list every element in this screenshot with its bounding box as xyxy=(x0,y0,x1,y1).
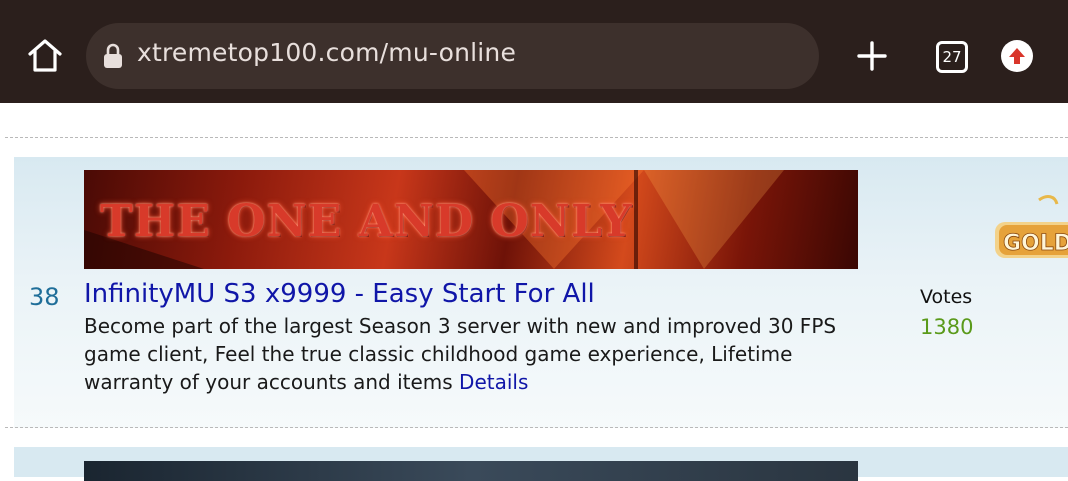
home-icon[interactable] xyxy=(24,34,66,76)
badge-text: GOLD xyxy=(1003,231,1068,256)
page-content: THE ONE AND ONLY 38 InfinityMU S3 x9999 … xyxy=(5,103,1068,481)
next-server-listing xyxy=(14,447,1068,481)
server-listing: THE ONE AND ONLY 38 InfinityMU S3 x9999 … xyxy=(14,157,1068,428)
new-tab-plus-icon[interactable] xyxy=(856,40,888,72)
server-banner[interactable]: THE ONE AND ONLY xyxy=(84,170,858,269)
divider xyxy=(5,427,1068,428)
rank-number: 38 xyxy=(29,283,60,311)
browser-toolbar: xtremetop100.com/mu-online 27 xyxy=(0,0,1068,103)
votes-count: 1380 xyxy=(920,315,974,339)
lock-icon xyxy=(102,43,124,69)
tabs-count-icon[interactable]: 27 xyxy=(936,41,968,73)
url-text[interactable]: xtremetop100.com/mu-online xyxy=(137,38,516,67)
server-description: Become part of the largest Season 3 serv… xyxy=(84,312,884,396)
update-icon[interactable] xyxy=(1001,40,1033,72)
gold-badge-icon: GOLD xyxy=(989,192,1068,272)
details-link[interactable]: Details xyxy=(459,370,528,394)
banner-text: THE ONE AND ONLY xyxy=(100,196,633,247)
votes-label: Votes xyxy=(920,286,973,308)
address-bar[interactable]: xtremetop100.com/mu-online xyxy=(86,23,819,89)
server-title-link[interactable]: InfinityMU S3 x9999 - Easy Start For All xyxy=(84,279,595,309)
next-server-banner[interactable] xyxy=(84,461,858,481)
divider xyxy=(5,137,1068,138)
